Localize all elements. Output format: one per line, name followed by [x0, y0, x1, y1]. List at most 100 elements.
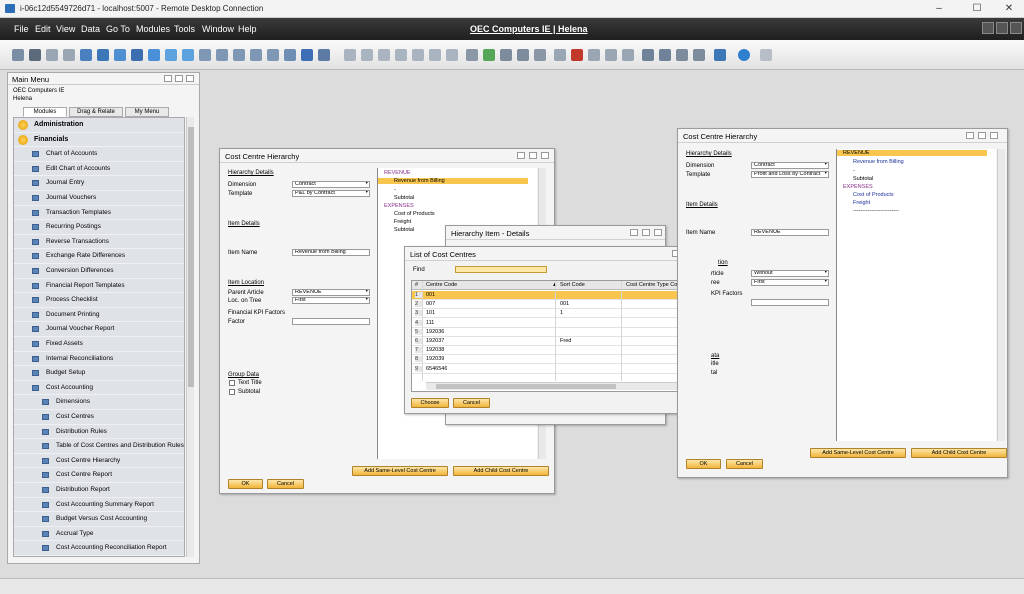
lcc-col-type-code[interactable]: Cost Centre Type Code — [626, 282, 683, 288]
cch1-minimize-button[interactable] — [517, 152, 525, 159]
sms-icon[interactable] — [63, 49, 75, 61]
menu-window[interactable]: Window — [202, 24, 234, 34]
tab-drag-relate[interactable]: Drag & Relate — [69, 107, 123, 117]
menu-tools[interactable]: Tools — [174, 24, 195, 34]
cch1-tree-item[interactable]: Subtotal — [394, 227, 414, 233]
paste-icon[interactable] — [395, 49, 407, 61]
main-menu-item[interactable]: Cost Centres — [14, 410, 184, 425]
redo-icon[interactable] — [446, 49, 458, 61]
main-menu-item[interactable]: Distribution Report — [14, 483, 184, 498]
table-row[interactable]: 1 001 — [412, 291, 695, 300]
first-record-icon[interactable] — [199, 49, 211, 61]
main-menu-item[interactable]: Edit Chart of Accounts — [14, 162, 184, 177]
lcc-hscrollbar[interactable] — [426, 382, 694, 390]
link-icon[interactable] — [500, 49, 512, 61]
main-menu-item[interactable]: Budget Versus Cost Accounting — [14, 512, 184, 527]
cch2-tree-item[interactable]: Subtotal — [853, 176, 873, 182]
menu-file[interactable]: File — [14, 24, 29, 34]
lcc-col-centre-code[interactable]: Centre Code — [426, 282, 457, 288]
menu-help[interactable]: Help — [238, 24, 257, 34]
cch2-tree-item[interactable]: Cost of Products — [853, 192, 894, 198]
print-icon[interactable] — [29, 49, 41, 61]
email-icon[interactable] — [46, 49, 58, 61]
main-menu-item[interactable]: Financials — [14, 133, 184, 148]
cch1-ok-button[interactable]: OK — [228, 479, 263, 489]
cch2-tree-item[interactable]: Freight — [853, 200, 870, 206]
report-icon[interactable] — [571, 49, 583, 61]
table-row[interactable]: 5 192036 — [412, 328, 695, 337]
menu-data[interactable]: Data — [81, 24, 100, 34]
sync-icon[interactable] — [284, 49, 296, 61]
main-menu-item[interactable]: Table of Cost Centres and Distribution R… — [14, 439, 184, 454]
cch2-add-child-button[interactable]: Add Child Cost Centre — [911, 448, 1007, 458]
main-menu-close-button[interactable] — [186, 75, 194, 82]
menu-go-to[interactable]: Go To — [106, 24, 130, 34]
main-menu-item[interactable]: Financial Report Templates — [14, 279, 184, 294]
hid-minimize-button[interactable] — [630, 229, 638, 236]
copy-icon[interactable] — [378, 49, 390, 61]
menu-modules[interactable]: Modules — [136, 24, 170, 34]
cut-icon[interactable] — [412, 49, 424, 61]
main-menu-item[interactable]: Journal Voucher Report — [14, 322, 184, 337]
cch1-loc-on-tree-select[interactable]: First — [292, 297, 370, 304]
main-menu-item[interactable]: Cost Accounting Summary Report — [14, 498, 184, 513]
cch2-item-name-input[interactable]: REVENUE — [751, 229, 829, 236]
main-menu-item[interactable]: Journal Vouchers — [14, 191, 184, 206]
cch1-tree-item[interactable]: REVENUE — [384, 170, 411, 176]
cch1-maximize-button[interactable] — [529, 152, 537, 159]
cch1-cancel-button[interactable]: Cancel — [267, 479, 304, 489]
lcc-hscroll-thumb[interactable] — [436, 384, 616, 389]
main-menu-item[interactable]: Reverse Transactions — [14, 235, 184, 250]
calendar-icon[interactable] — [554, 49, 566, 61]
preview-icon[interactable] — [12, 49, 24, 61]
main-menu-item[interactable]: Administration — [14, 118, 184, 133]
cch1-close-button[interactable] — [541, 152, 549, 159]
main-menu-item[interactable]: Accrual Type — [14, 527, 184, 542]
cch2-tree-item[interactable]: Revenue from Billing — [853, 159, 904, 165]
calculator-icon[interactable] — [642, 49, 654, 61]
cch1-parent-article-select[interactable]: REVENUE — [292, 289, 370, 296]
app-close-button[interactable] — [1010, 22, 1022, 34]
main-menu-item[interactable]: Cost Centre Report — [14, 468, 184, 483]
cch2-add-same-level-button[interactable]: Add Same-Level Cost Centre — [810, 448, 906, 458]
tab-modules[interactable]: Modules — [23, 107, 67, 117]
find-icon[interactable] — [131, 49, 143, 61]
table-row[interactable]: 8 192039 — [412, 355, 695, 365]
cch2-close-button[interactable] — [990, 132, 998, 139]
cch2-factor-input[interactable] — [751, 299, 829, 306]
previous-record-icon[interactable] — [216, 49, 228, 61]
lock-icon[interactable] — [114, 49, 126, 61]
cch1-dimension-select[interactable]: Contract — [292, 181, 370, 188]
lcc-cancel-button[interactable]: Cancel — [453, 398, 490, 408]
user-icon[interactable] — [659, 49, 671, 61]
main-menu-minimize-button[interactable] — [164, 75, 172, 82]
app-minimize-button[interactable] — [982, 22, 994, 34]
layout-icon[interactable] — [622, 49, 634, 61]
table-row[interactable]: 7 192038 — [412, 346, 695, 356]
journal-icon[interactable] — [517, 49, 529, 61]
main-menu-item[interactable]: Transaction Templates — [14, 206, 184, 221]
main-menu-item[interactable]: Distribution Rules — [14, 425, 184, 440]
lcc-find-input[interactable] — [455, 266, 547, 273]
cch2-minimize-button[interactable] — [966, 132, 974, 139]
rdp-maximize-button[interactable]: ☐ — [962, 2, 992, 16]
cch2-ok-button[interactable]: OK — [686, 459, 721, 469]
export-icon[interactable] — [80, 49, 92, 61]
menu-edit[interactable]: Edit — [35, 24, 51, 34]
main-menu-item[interactable]: Chart of Accounts — [14, 147, 184, 162]
first-arrow-icon[interactable] — [233, 49, 245, 61]
cch1-tree-item[interactable]: Subtotal — [394, 195, 414, 201]
add-icon[interactable] — [148, 49, 160, 61]
main-menu-item[interactable]: Dimensions — [14, 395, 184, 410]
main-menu-item[interactable]: Internal Reconciliations — [14, 352, 184, 367]
tab-my-menu[interactable]: My Menu — [125, 107, 169, 117]
main-menu-item[interactable]: Cost Centre Hierarchy — [14, 454, 184, 469]
refresh-icon[interactable] — [165, 49, 177, 61]
alerts-icon[interactable] — [693, 49, 705, 61]
table-row[interactable]: 2 007 001 — [412, 300, 695, 310]
table-row[interactable]: 9 6546546 — [412, 365, 695, 374]
menu-view[interactable]: View — [56, 24, 75, 34]
form-settings-icon[interactable] — [676, 49, 688, 61]
web-icon[interactable] — [714, 49, 726, 61]
cch1-tree-item[interactable]: Freight — [394, 219, 411, 225]
